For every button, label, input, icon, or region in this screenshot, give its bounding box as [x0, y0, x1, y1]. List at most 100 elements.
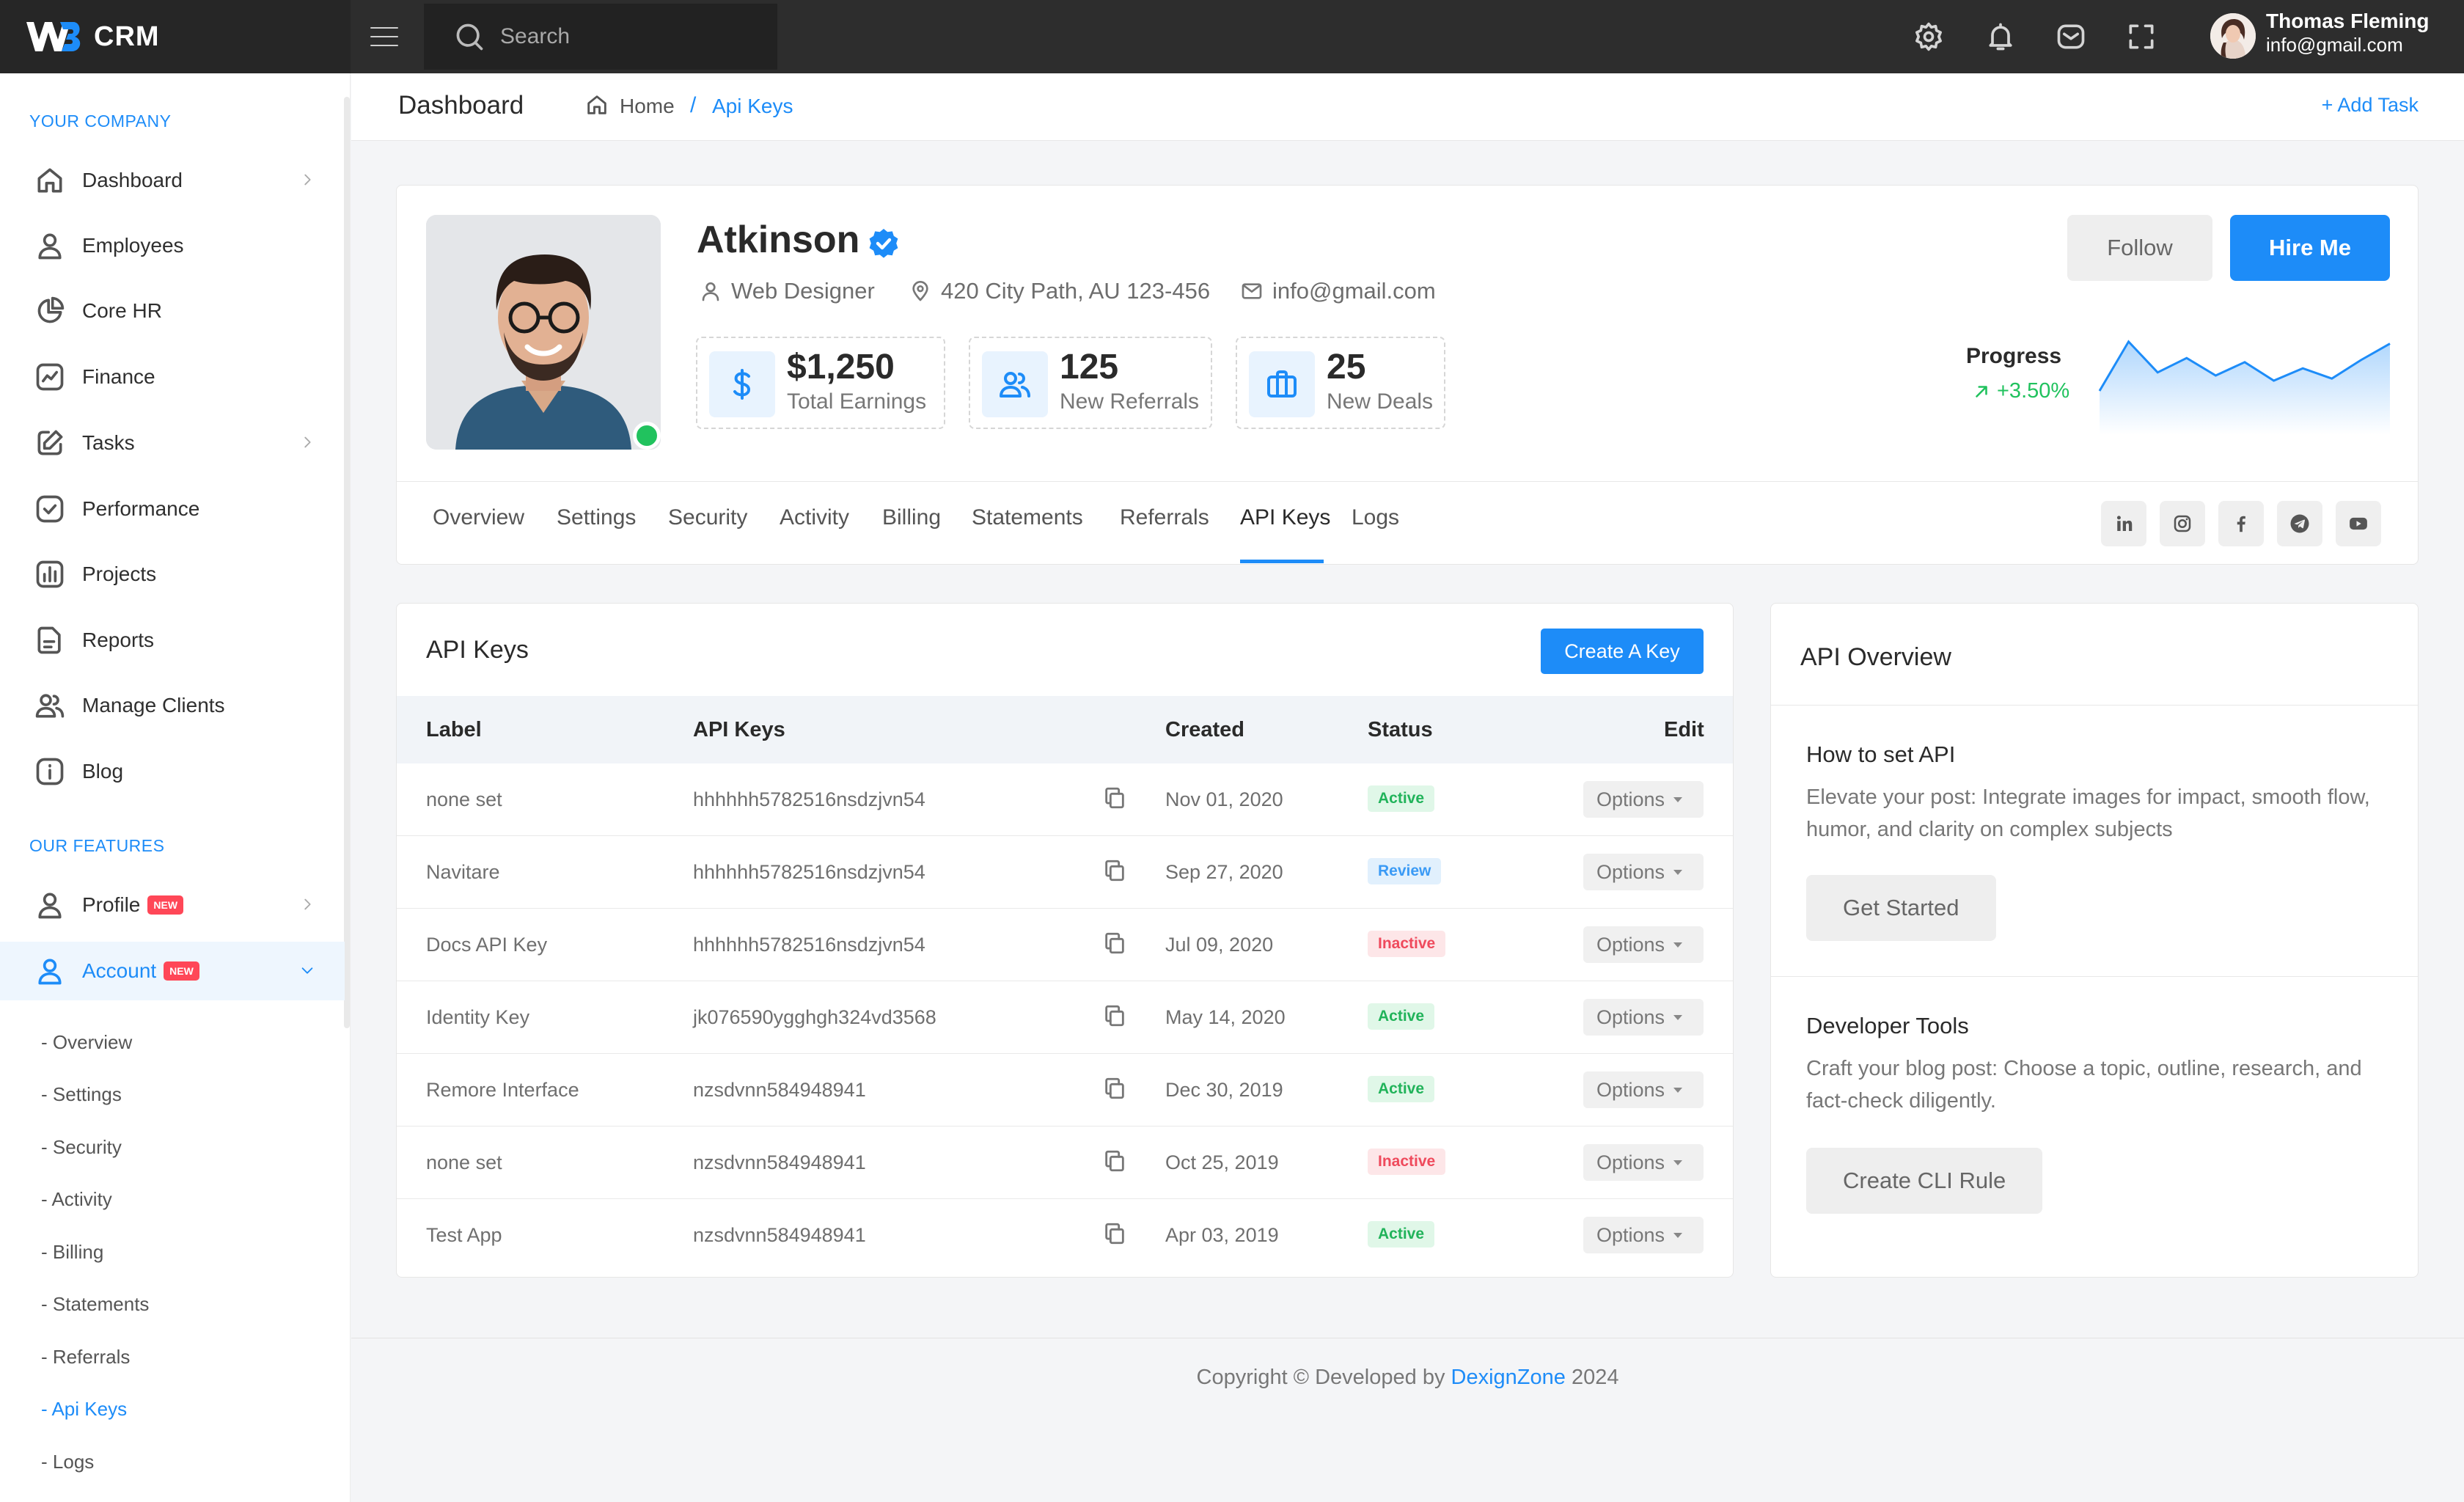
api-keys-card: API Keys Create A Key Label API Keys Cre… — [396, 603, 1734, 1278]
options-dropdown[interactable]: Options — [1583, 1217, 1704, 1253]
users-icon — [982, 351, 1048, 417]
divider — [1771, 976, 2418, 977]
hire-me-button[interactable]: Hire Me — [2230, 215, 2390, 281]
sidebar-item-label: Projects — [82, 563, 157, 585]
instagram-icon[interactable] — [2160, 501, 2205, 546]
column-header-edit[interactable]: Edit — [1664, 718, 1704, 742]
sidebar-item-manage-clients[interactable]: Manage Clients — [0, 676, 345, 735]
add-task-link[interactable]: + Add Task — [2322, 94, 2419, 117]
copy-icon[interactable] — [1102, 1149, 1127, 1173]
bell-icon[interactable] — [1984, 21, 2017, 53]
youtube-icon[interactable] — [2336, 501, 2381, 546]
column-header-created[interactable]: Created — [1165, 718, 1244, 742]
follow-button[interactable]: Follow — [2067, 215, 2212, 281]
sidebar-subitem-logs[interactable]: - Logs — [41, 1451, 94, 1473]
mail-icon[interactable] — [2055, 21, 2087, 53]
create-key-button[interactable]: Create A Key — [1541, 629, 1704, 674]
table-row: Remore Interface nzsdvnn584948941 Dec 30… — [397, 1054, 1733, 1126]
fullscreen-icon[interactable] — [2125, 21, 2157, 53]
table-row: Test App nzsdvnn584948941 Apr 03, 2019 A… — [397, 1199, 1733, 1272]
tab-settings[interactable]: Settings — [557, 505, 636, 530]
tab-overview[interactable]: Overview — [433, 505, 524, 530]
sidebar-subitem-settings[interactable]: - Settings — [41, 1083, 122, 1106]
sidebar-subitem-api-keys[interactable]: - Api Keys — [41, 1398, 127, 1421]
tab-activity[interactable]: Activity — [780, 505, 849, 530]
cell-label: none set — [426, 1151, 502, 1173]
breadcrumb-separator: / — [690, 93, 697, 117]
options-dropdown[interactable]: Options — [1583, 1144, 1704, 1181]
options-dropdown[interactable]: Options — [1583, 781, 1704, 818]
sidebar-subitem-activity[interactable]: - Activity — [41, 1188, 112, 1211]
footer-company-link[interactable]: DexignZone — [1451, 1366, 1566, 1389]
sidebar: YOUR COMPANY Dashboard Employees Core HR… — [0, 73, 351, 1502]
brand[interactable]: CRM — [0, 0, 351, 73]
copy-icon[interactable] — [1102, 931, 1127, 956]
settings-icon[interactable] — [1913, 21, 1945, 53]
sidebar-item-tasks[interactable]: Tasks — [0, 414, 345, 472]
user-name[interactable]: Thomas Fleming — [2266, 10, 2429, 33]
search-bar[interactable] — [424, 4, 777, 70]
user-icon — [34, 889, 66, 921]
section-heading: Developer Tools — [1806, 1013, 1969, 1038]
sidebar-item-profile[interactable]: Profile NEW — [0, 876, 345, 934]
sidebar-item-reports[interactable]: Reports — [0, 611, 345, 670]
options-dropdown[interactable]: Options — [1583, 999, 1704, 1036]
search-input[interactable] — [500, 24, 764, 49]
tab-billing[interactable]: Billing — [882, 505, 941, 530]
copy-icon[interactable] — [1102, 1003, 1127, 1028]
cell-label: Test App — [426, 1224, 502, 1246]
options-dropdown[interactable]: Options — [1583, 926, 1704, 963]
options-dropdown[interactable]: Options — [1583, 854, 1704, 890]
sidebar-item-label: Profile — [82, 893, 141, 916]
telegram-icon[interactable] — [2277, 501, 2322, 546]
sidebar-item-finance[interactable]: Finance — [0, 348, 345, 406]
map-pin-icon — [909, 279, 932, 303]
column-header-status[interactable]: Status — [1368, 718, 1433, 742]
sidebar-item-employees[interactable]: Employees — [0, 216, 345, 275]
sidebar-item-core-hr[interactable]: Core HR — [0, 282, 345, 340]
copy-icon[interactable] — [1102, 858, 1127, 883]
sidebar-subitem-billing[interactable]: - Billing — [41, 1241, 103, 1264]
tab-security[interactable]: Security — [668, 505, 747, 530]
sidebar-item-performance[interactable]: Performance — [0, 480, 345, 538]
sidebar-scrollbar[interactable] — [344, 97, 350, 1028]
caret-down-icon — [1673, 796, 1683, 802]
tab-api-keys[interactable]: API Keys — [1240, 505, 1330, 530]
home-icon[interactable] — [584, 92, 609, 117]
sidebar-subitem-referrals[interactable]: - Referrals — [41, 1346, 130, 1369]
linkedin-icon[interactable] — [2101, 501, 2146, 546]
column-header-label[interactable]: Label — [426, 718, 482, 742]
sidebar-subitem-overview[interactable]: - Overview — [41, 1031, 132, 1054]
sidebar-item-account[interactable]: Account NEW — [0, 942, 345, 1000]
stat-value: 25 — [1327, 348, 1366, 387]
tab-referrals[interactable]: Referrals — [1120, 505, 1209, 530]
breadcrumb-home-link[interactable]: Home — [620, 95, 675, 118]
copy-icon[interactable] — [1102, 1221, 1127, 1246]
section-title-features: OUR FEATURES — [29, 836, 165, 855]
copy-icon[interactable] — [1102, 1076, 1127, 1101]
sidebar-item-label: Core HR — [82, 299, 162, 322]
user-email: info@gmail.com — [2266, 34, 2403, 56]
sidebar-subitem-security[interactable]: - Security — [41, 1136, 122, 1159]
sidebar-item-blog[interactable]: Blog — [0, 742, 345, 801]
footer-year: 2024 — [1571, 1366, 1619, 1389]
facebook-icon[interactable] — [2218, 501, 2264, 546]
profile-email[interactable]: info@gmail.com — [1240, 278, 1436, 304]
copy-icon[interactable] — [1102, 785, 1127, 810]
cell-label: Docs API Key — [426, 934, 548, 956]
sidebar-item-projects[interactable]: Projects — [0, 545, 345, 604]
breadcrumb-current[interactable]: Api Keys — [712, 95, 793, 118]
user-icon — [34, 955, 66, 987]
avatar[interactable] — [2210, 13, 2256, 59]
column-header-api-keys[interactable]: API Keys — [693, 718, 785, 742]
tab-logs[interactable]: Logs — [1352, 505, 1399, 530]
cell-key: nzsdvnn584948941 — [693, 1079, 866, 1101]
sidebar-subitem-statements[interactable]: - Statements — [41, 1293, 149, 1316]
create-cli-rule-button[interactable]: Create CLI Rule — [1806, 1148, 2043, 1214]
section-text: Elevate your post: Integrate images for … — [1806, 785, 2370, 841]
sidebar-item-dashboard[interactable]: Dashboard — [0, 151, 345, 210]
tab-statements[interactable]: Statements — [972, 505, 1083, 530]
get-started-button[interactable]: Get Started — [1806, 875, 1996, 941]
options-dropdown[interactable]: Options — [1583, 1071, 1704, 1108]
menu-icon[interactable] — [367, 21, 402, 53]
